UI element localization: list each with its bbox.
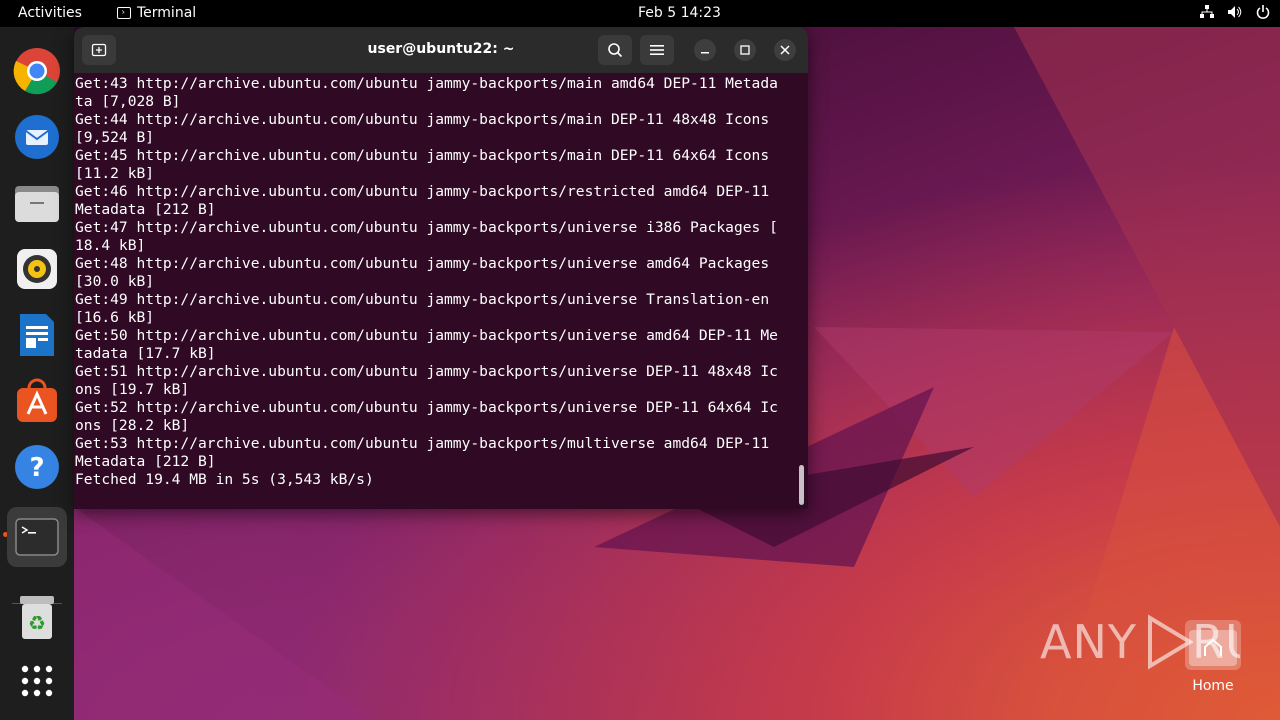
terminal-small-icon bbox=[117, 7, 131, 19]
menu-button[interactable] bbox=[640, 35, 674, 65]
svg-text:ANY: ANY bbox=[1040, 615, 1137, 669]
search-icon bbox=[608, 43, 623, 58]
maximize-icon bbox=[740, 45, 750, 55]
files-icon[interactable] bbox=[11, 177, 63, 229]
hamburger-icon bbox=[650, 45, 664, 55]
terminal-line: [16.6 kB] bbox=[75, 309, 155, 326]
activities-button[interactable]: Activities bbox=[18, 5, 82, 21]
terminal-line: [11.2 kB] bbox=[75, 165, 155, 182]
terminal-line: 18.4 kB] bbox=[75, 237, 146, 254]
volume-icon[interactable] bbox=[1228, 5, 1242, 19]
clock[interactable]: Feb 5 14:23 bbox=[638, 5, 721, 21]
app-menu[interactable]: Terminal bbox=[117, 5, 196, 21]
terminal-line: ons [28.2 kB] bbox=[75, 417, 190, 434]
trash-icon[interactable]: ♻ bbox=[11, 592, 63, 644]
network-icon[interactable] bbox=[1200, 5, 1214, 19]
svg-text:♻: ♻ bbox=[28, 611, 46, 635]
terminal-line: Get:50 http://archive.ubuntu.com/ubuntu … bbox=[75, 327, 778, 344]
terminal-line: Get:52 http://archive.ubuntu.com/ubuntu … bbox=[75, 399, 778, 416]
dock: ? ♻ bbox=[0, 27, 74, 720]
scrollbar[interactable] bbox=[799, 465, 804, 505]
terminal-line: Get:53 http://archive.ubuntu.com/ubuntu … bbox=[75, 435, 770, 452]
minimize-button[interactable] bbox=[694, 39, 716, 61]
rhythmbox-icon[interactable] bbox=[11, 243, 63, 295]
terminal-headerbar[interactable]: user@ubuntu22: ~ bbox=[74, 27, 808, 73]
app-center-icon[interactable] bbox=[11, 375, 63, 427]
show-apps-icon[interactable] bbox=[11, 655, 63, 707]
maximize-button[interactable] bbox=[734, 39, 756, 61]
terminal-line: tadata [17.7 kB] bbox=[75, 345, 216, 362]
top-bar: Activities Terminal Feb 5 14:23 bbox=[0, 0, 1280, 27]
terminal-line: Get:45 http://archive.ubuntu.com/ubuntu … bbox=[75, 147, 770, 164]
thunderbird-icon[interactable] bbox=[11, 111, 63, 163]
terminal-icon[interactable] bbox=[7, 507, 67, 567]
terminal-line: [9,524 B] bbox=[75, 129, 155, 146]
terminal-line: Get:49 http://archive.ubuntu.com/ubuntu … bbox=[75, 291, 770, 308]
svg-text:?: ? bbox=[29, 453, 44, 483]
help-icon[interactable]: ? bbox=[11, 441, 63, 493]
svg-text:RUN: RUN bbox=[1192, 615, 1240, 669]
terminal-line: Metadata [212 B] bbox=[75, 201, 216, 218]
watermark-logo: ANY RUN bbox=[1040, 612, 1280, 683]
close-icon bbox=[780, 45, 790, 55]
terminal-line: [30.0 kB] bbox=[75, 273, 155, 290]
terminal-line: Get:51 http://archive.ubuntu.com/ubuntu … bbox=[75, 363, 778, 380]
minimize-icon bbox=[701, 52, 709, 54]
terminal-line: Get:43 http://archive.ubuntu.com/ubuntu … bbox=[75, 75, 778, 92]
terminal-line: Metadata [212 B] bbox=[75, 453, 216, 470]
close-button[interactable] bbox=[774, 39, 796, 61]
terminal-line: Get:48 http://archive.ubuntu.com/ubuntu … bbox=[75, 255, 770, 272]
terminal-window[interactable]: user@ubuntu22: ~ Get:43 http://archive.u… bbox=[74, 27, 808, 509]
system-tray[interactable] bbox=[1200, 5, 1270, 19]
terminal-line: ons [19.7 kB] bbox=[75, 381, 190, 398]
terminal-output[interactable]: Get:43 http://archive.ubuntu.com/ubuntu … bbox=[75, 75, 799, 505]
app-name: Terminal bbox=[137, 5, 197, 21]
search-button[interactable] bbox=[598, 35, 632, 65]
chrome-icon[interactable] bbox=[11, 45, 63, 97]
terminal-line: Fetched 19.4 MB in 5s (3,543 kB/s) bbox=[75, 471, 374, 488]
writer-icon[interactable] bbox=[11, 309, 63, 361]
terminal-line: Get:47 http://archive.ubuntu.com/ubuntu … bbox=[75, 219, 778, 236]
terminal-line: ta [7,028 B] bbox=[75, 93, 181, 110]
terminal-line: Get:44 http://archive.ubuntu.com/ubuntu … bbox=[75, 111, 770, 128]
power-icon[interactable] bbox=[1256, 5, 1270, 19]
terminal-line: Get:46 http://archive.ubuntu.com/ubuntu … bbox=[75, 183, 770, 200]
